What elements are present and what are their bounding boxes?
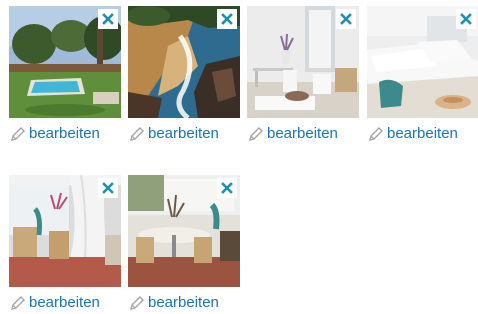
pencil-icon: [130, 126, 144, 141]
edit-link-label: bearbeiten: [148, 125, 219, 142]
close-icon: [221, 13, 233, 25]
edit-link-label: bearbeiten: [29, 294, 100, 311]
photo-thumbnail[interactable]: [367, 6, 478, 118]
photo-grid: bearbeiten bearbeiten bearbeiten bearbei…: [0, 0, 478, 314]
edit-link[interactable]: bearbeiten: [9, 294, 121, 312]
close-icon: [460, 13, 472, 25]
remove-photo-button[interactable]: [456, 9, 476, 29]
remove-photo-button[interactable]: [98, 178, 118, 198]
close-icon: [340, 13, 352, 25]
pencil-icon: [11, 295, 25, 310]
pencil-icon: [130, 295, 144, 310]
photo-thumbnail[interactable]: [9, 175, 121, 287]
photo-thumbnail[interactable]: [128, 175, 240, 287]
edit-link-label: bearbeiten: [387, 125, 458, 142]
photo-thumbnail[interactable]: [9, 6, 121, 118]
photo-tile: bearbeiten: [9, 6, 121, 143]
photo-tile: bearbeiten: [247, 6, 359, 143]
remove-photo-button[interactable]: [98, 9, 118, 29]
edit-link[interactable]: bearbeiten: [9, 125, 121, 143]
close-icon: [102, 182, 114, 194]
photo-tile: bearbeiten: [128, 175, 240, 312]
remove-photo-button[interactable]: [336, 9, 356, 29]
photo-thumbnail[interactable]: [247, 6, 359, 118]
edit-link-label: bearbeiten: [267, 125, 338, 142]
edit-link[interactable]: bearbeiten: [128, 125, 240, 143]
close-icon: [102, 13, 114, 25]
edit-link-label: bearbeiten: [148, 294, 219, 311]
pencil-icon: [11, 126, 25, 141]
remove-photo-button[interactable]: [217, 178, 237, 198]
edit-link-label: bearbeiten: [29, 125, 100, 142]
pencil-icon: [249, 126, 263, 141]
edit-link[interactable]: bearbeiten: [128, 294, 240, 312]
close-icon: [221, 182, 233, 194]
pencil-icon: [369, 126, 383, 141]
edit-link[interactable]: bearbeiten: [247, 125, 359, 143]
edit-link[interactable]: bearbeiten: [367, 125, 478, 143]
photo-thumbnail[interactable]: [128, 6, 240, 118]
remove-photo-button[interactable]: [217, 9, 237, 29]
photo-tile: bearbeiten: [128, 6, 240, 143]
photo-tile: bearbeiten: [9, 175, 121, 312]
photo-tile: bearbeiten: [367, 6, 478, 143]
